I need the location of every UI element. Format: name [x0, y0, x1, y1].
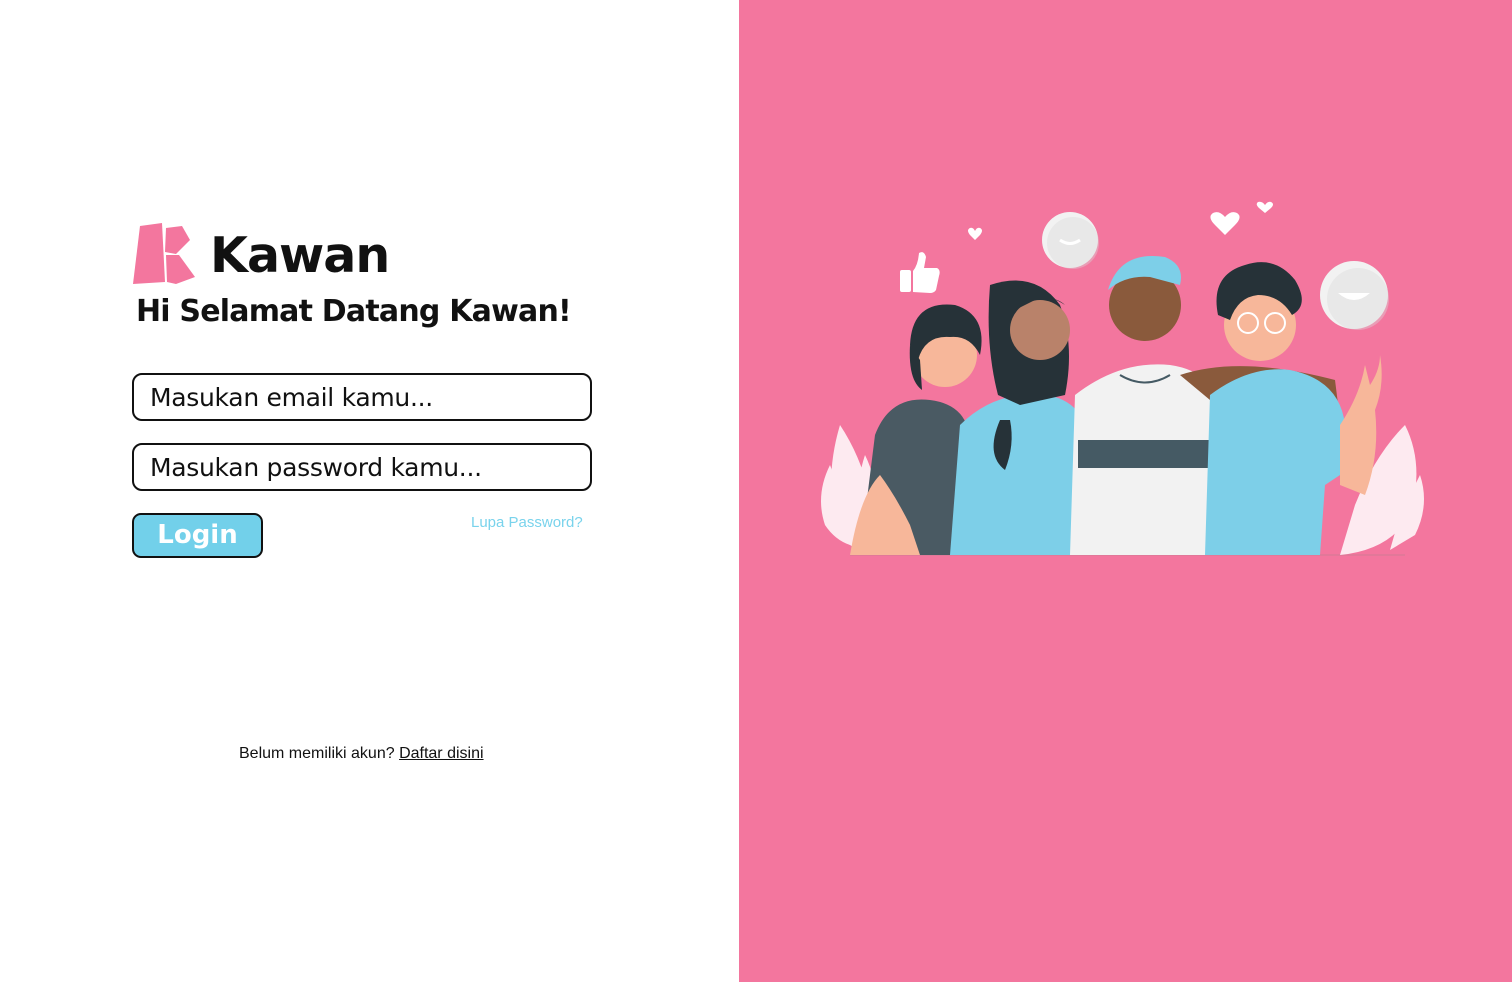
- no-account-text: Belum memiliki akun?: [239, 745, 395, 762]
- login-button[interactable]: Login: [132, 513, 263, 558]
- brand-name: Kawan: [210, 227, 390, 284]
- welcome-heading: Hi Selamat Datang Kawan!: [136, 294, 572, 329]
- brand: Kawan: [132, 222, 390, 286]
- thumbs-up-icon: [900, 252, 940, 293]
- forgot-password-link[interactable]: Lupa Password?: [471, 513, 583, 533]
- email-input[interactable]: [132, 373, 592, 421]
- wink-emoji-icon: [1042, 212, 1099, 269]
- register-link[interactable]: Daftar disini: [399, 745, 483, 762]
- heart-icon: [968, 201, 1273, 240]
- friends-group-illustration: [821, 201, 1424, 556]
- password-input[interactable]: [132, 443, 592, 491]
- login-panel: Kawan Hi Selamat Datang Kawan! Login Lup…: [0, 0, 739, 982]
- login-page: Kawan Hi Selamat Datang Kawan! Login Lup…: [0, 0, 1512, 982]
- smile-emoji-icon: [1320, 261, 1389, 330]
- register-prompt: Belum memiliki akun? Daftar disini: [239, 744, 484, 764]
- kawan-logo-icon: [133, 223, 195, 284]
